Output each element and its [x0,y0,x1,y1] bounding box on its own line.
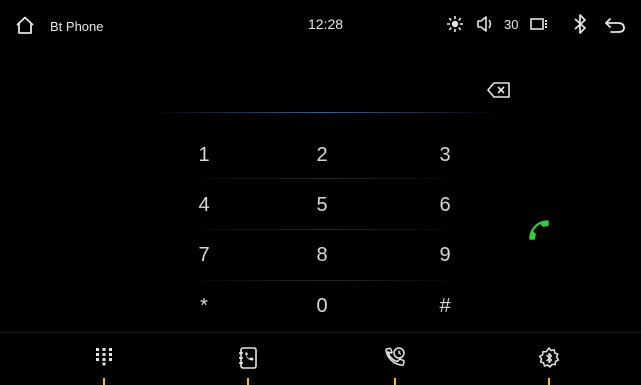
tab-indicator [394,378,396,385]
key-2[interactable]: 2 [277,133,367,177]
tab-indicator [247,378,249,385]
bluetooth-icon[interactable] [573,13,587,40]
key-5[interactable]: 5 [277,183,367,227]
home-icon[interactable] [15,16,35,39]
key-4[interactable]: 4 [159,183,249,227]
backspace-icon[interactable] [486,80,512,100]
keypad-row-divider [185,229,465,230]
clock: 12:28 [308,16,344,32]
keypad-row-divider [185,178,465,179]
key-1[interactable]: 1 [159,133,249,177]
tab-settings[interactable] [519,340,579,385]
key-7[interactable]: 7 [159,233,249,277]
tab-indicator [548,378,550,385]
key-0[interactable]: 0 [277,284,367,328]
keypad-row-divider [185,280,465,281]
tab-keypad[interactable] [74,340,134,385]
key-6[interactable]: 6 [400,183,490,227]
volume-level: 30 [504,17,519,32]
tab-contacts[interactable] [218,340,278,385]
display-divider [150,112,500,113]
volume-icon[interactable] [476,15,496,38]
status-bar: Bt Phone 12:28 30 [0,0,641,46]
call-icon[interactable] [526,217,552,243]
brightness-icon[interactable] [446,15,464,38]
key-star[interactable]: * [159,284,249,328]
tab-indicator [103,378,105,385]
nav-divider [0,332,641,333]
key-9[interactable]: 9 [400,233,490,277]
app-title: Bt Phone [50,19,104,34]
key-3[interactable]: 3 [400,133,490,177]
back-icon[interactable] [603,16,627,39]
display-mode-icon[interactable] [530,17,550,36]
key-8[interactable]: 8 [277,233,367,277]
dialed-number [150,78,480,100]
key-hash[interactable]: # [400,284,490,328]
tab-recent-calls[interactable] [365,340,425,385]
